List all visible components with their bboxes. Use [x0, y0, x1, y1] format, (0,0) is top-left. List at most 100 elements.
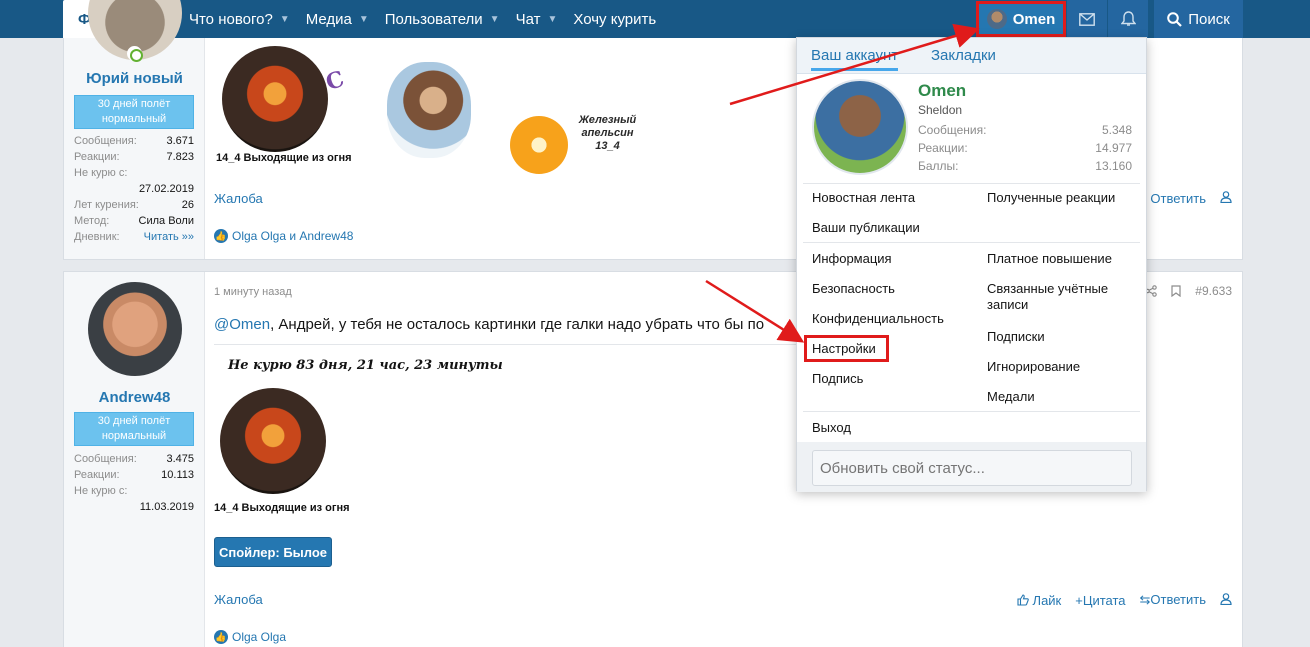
- signature-badge-image: [216, 40, 334, 158]
- menu-item-logout[interactable]: Выход: [812, 420, 851, 436]
- menu-divider: [803, 411, 1140, 412]
- post-actions: Лайк +Цитата ⇆Ответить: [1016, 592, 1232, 608]
- menu-item-received-reactions[interactable]: Полученные реакции: [987, 190, 1115, 206]
- account-button[interactable]: Omen: [976, 1, 1066, 37]
- likes-summary[interactable]: 👍 Olga Olga и Andrew48: [214, 229, 353, 243]
- menu-item-paid-upgrade[interactable]: Платное повышение: [987, 251, 1112, 267]
- tab-chat[interactable]: Чат ▼: [508, 0, 566, 38]
- spoiler-button[interactable]: Спойлер: Былое: [214, 537, 332, 567]
- tab-want-smoke[interactable]: Хочу курить: [565, 0, 664, 38]
- top-navbar: Форумы ▼ Что нового? ▼ Медиа ▼ Пользоват…: [0, 0, 1310, 38]
- post-user-panel: Юрий новый 30 дней полёт нормальный Сооб…: [64, 0, 205, 259]
- iron-orange-image: Железный апельсин 13_4: [510, 108, 640, 178]
- post-time[interactable]: 1 минуту назад: [214, 286, 292, 298]
- share-icon[interactable]: [1145, 285, 1158, 297]
- stat-row: Реакции: 10.113: [74, 467, 194, 483]
- stat-value: 26: [181, 199, 194, 211]
- likes-summary[interactable]: 👍 Olga Olga: [214, 630, 286, 644]
- stat-row: Баллы: 13.160: [918, 157, 1132, 175]
- report-link[interactable]: Жалоба: [214, 191, 263, 206]
- menu-item-your-posts[interactable]: Ваши публикации: [812, 220, 920, 236]
- chevron-down-icon[interactable]: ▼: [490, 14, 500, 25]
- tab-users[interactable]: Пользователи ▼: [377, 0, 508, 38]
- menu-item-security[interactable]: Безопасность: [812, 281, 895, 297]
- stat-row: Лет курения: 26: [74, 197, 194, 213]
- like-button[interactable]: Лайк: [1016, 592, 1062, 608]
- user-title-badge: 30 дней полёт нормальный: [74, 412, 194, 446]
- chevron-down-icon[interactable]: ▼: [280, 14, 290, 25]
- user-stats: Сообщения: 3.671 Реакции: 7.823 Не курю с:…: [74, 133, 194, 245]
- like-label: Лайк: [1032, 592, 1062, 608]
- stat-row: Сообщения: 3.671: [74, 133, 194, 149]
- stat-value: 7.823: [166, 151, 194, 163]
- username[interactable]: Юрий новый: [64, 70, 205, 87]
- stat-label: Метод:: [74, 215, 110, 227]
- account-menu: Ваш аккаунт Закладки Omen Sheldon Сообще…: [796, 37, 1147, 492]
- avatar: [986, 9, 1007, 29]
- menu-item-privacy[interactable]: Конфиденциальность: [812, 311, 944, 327]
- stat-row: Сообщения: 5.348: [918, 121, 1132, 139]
- menu-user-stats: Сообщения: 5.348 Реакции: 14.977 Баллы: 13.…: [918, 121, 1132, 175]
- menu-item-subscriptions[interactable]: Подписки: [987, 329, 1045, 345]
- user-icon[interactable]: [1220, 191, 1232, 206]
- chevron-down-icon[interactable]: ▼: [547, 14, 557, 25]
- tab-whats-new-label: Что нового?: [188, 10, 273, 28]
- menu-item-medals[interactable]: Медали: [987, 389, 1035, 405]
- menu-item-ignoring[interactable]: Игнорирование: [987, 359, 1080, 375]
- signature-badge-image: [214, 382, 332, 500]
- reply-button[interactable]: ⇆Ответить: [1140, 592, 1206, 608]
- stat-row: Реакции: 14.977: [918, 139, 1132, 157]
- thumbs-up-icon: 👍: [214, 630, 228, 644]
- avatar[interactable]: [812, 79, 908, 175]
- chevron-down-icon[interactable]: ▼: [359, 14, 369, 25]
- signature-badge-caption: 14_4 Выходящие из огня: [216, 152, 352, 164]
- fairytale-image: С: [323, 54, 484, 174]
- menu-item-signature[interactable]: Подпись: [812, 371, 863, 387]
- post-user-panel: Andrew48 30 дней полёт нормальный Сообще…: [64, 272, 205, 647]
- stat-value: 10.113: [161, 469, 194, 481]
- user-icon[interactable]: [1220, 592, 1232, 608]
- alerts-button[interactable]: [1108, 0, 1148, 38]
- bookmark-icon[interactable]: [1171, 285, 1181, 297]
- stat-label: Сообщения:: [74, 135, 137, 147]
- tab-want-smoke-label: Хочу курить: [573, 10, 657, 28]
- inbox-button[interactable]: [1067, 0, 1107, 38]
- search-button[interactable]: Поиск: [1154, 0, 1243, 38]
- likes-names[interactable]: Olga Olga: [232, 630, 286, 644]
- status-input[interactable]: [812, 450, 1132, 486]
- likes-names[interactable]: Olga Olga и Andrew48: [232, 229, 353, 243]
- stat-row: Сообщения: 3.475: [74, 451, 194, 467]
- stat-row: Дневник: Читать »»: [74, 229, 194, 245]
- menu-user-title: Sheldon: [918, 103, 963, 117]
- thumbs-up-icon: 👍: [214, 229, 228, 243]
- stat-label: Лет курения:: [74, 199, 139, 211]
- search-icon: [1167, 11, 1182, 27]
- avatar[interactable]: [88, 282, 182, 376]
- tab-your-account[interactable]: Ваш аккаунт: [811, 47, 899, 71]
- report-link[interactable]: Жалоба: [214, 592, 263, 607]
- diary-link[interactable]: Читать »»: [144, 229, 194, 245]
- tab-bookmarks[interactable]: Закладки: [931, 47, 996, 64]
- menu-item-news-feed[interactable]: Новостная лента: [812, 190, 915, 206]
- quote-label: Цитата: [1082, 592, 1126, 608]
- username[interactable]: Andrew48: [64, 389, 205, 406]
- account-menu-tabs: Ваш аккаунт Закладки: [797, 38, 1146, 74]
- post-number[interactable]: #9.633: [1195, 284, 1232, 298]
- stat-value: 27.02.2019: [138, 183, 194, 195]
- menu-divider: [803, 183, 1140, 184]
- menu-item-connected-accounts[interactable]: Связанные учётные записи: [987, 281, 1132, 313]
- tab-whats-new[interactable]: Что нового? ▼: [181, 0, 298, 38]
- firefighter-image: [220, 388, 326, 494]
- online-indicator-icon: [127, 46, 143, 62]
- menu-item-settings[interactable]: Настройки: [812, 341, 876, 357]
- account-name: Omen: [1012, 10, 1056, 28]
- menu-username[interactable]: Omen: [918, 81, 966, 101]
- stat-label: Реакции:: [74, 151, 120, 163]
- menu-item-info[interactable]: Информация: [812, 251, 892, 267]
- iron-orange-caption: Железный апельсин 13_4: [578, 114, 637, 152]
- mention-link[interactable]: @Omen: [214, 316, 270, 333]
- reply-button[interactable]: Ответить: [1150, 191, 1206, 206]
- tab-media[interactable]: Медиа ▼: [298, 0, 377, 38]
- stat-label: Не курю с:: [74, 167, 128, 179]
- quote-button[interactable]: +Цитата: [1075, 593, 1125, 608]
